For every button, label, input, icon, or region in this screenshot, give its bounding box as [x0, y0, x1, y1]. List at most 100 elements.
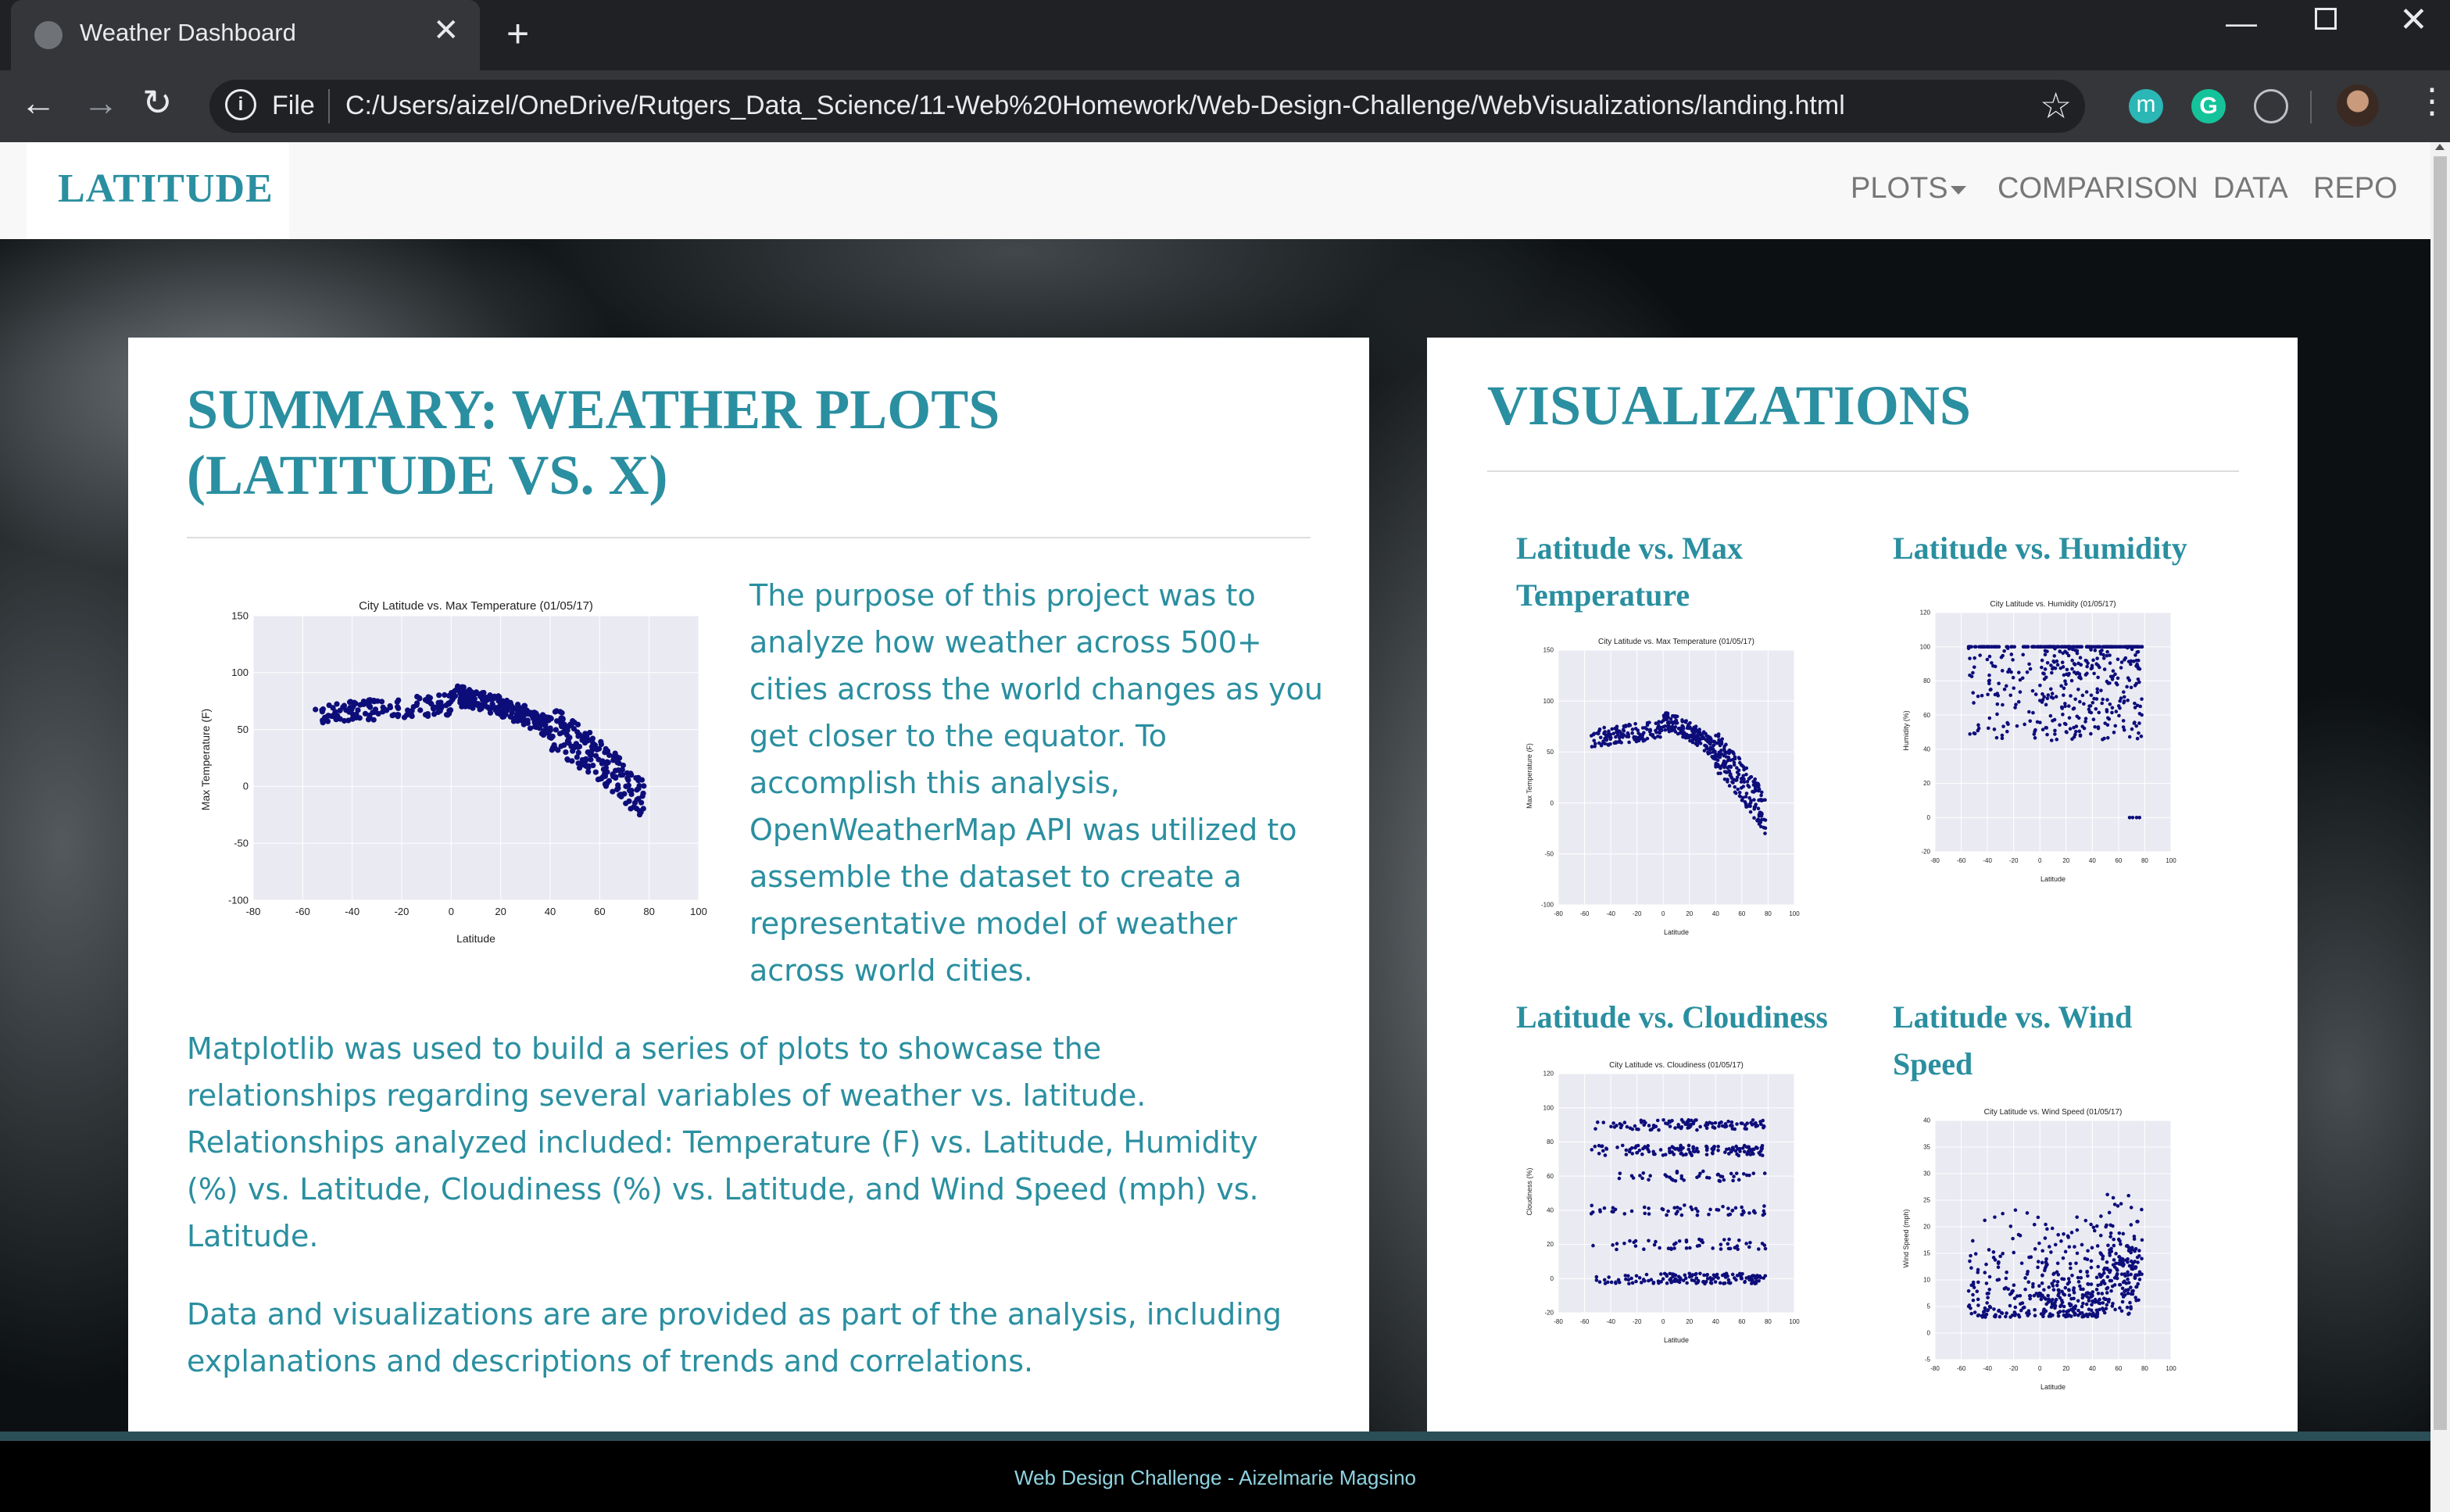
wind-speed-thumbnail[interactable]: -80 -60 -40 -20 0 20 40 60 80 100 -5 0 5 10 15 20 25 30 35… [1901, 1097, 2182, 1394]
x-tick-label: 0 [2038, 857, 2042, 864]
data-point [1614, 735, 1618, 739]
data-point [2123, 1292, 2127, 1297]
back-arrow-icon[interactable]: ← [20, 81, 56, 123]
close-tab-icon[interactable]: ✕ [433, 13, 460, 48]
temperature-thumbnail[interactable]: -80 -60 -40 -20 0 20 40 60 80 100 -100 -50 0 50 100 150… [1524, 627, 1805, 939]
data-point [2067, 1245, 2072, 1249]
brand-logo[interactable]: LATITUDE [27, 142, 289, 239]
data-point [1729, 1124, 1733, 1128]
data-point [1622, 1121, 1627, 1124]
data-point [2133, 684, 2137, 688]
data-point [1631, 1176, 1636, 1180]
summary-panel: SUMMARY: WEATHER PLOTS (LATITUDE VS. X) … [128, 338, 1369, 1512]
nav-comparison[interactable]: COMPARISON [1998, 172, 2198, 206]
data-point [2044, 1222, 2048, 1227]
data-point [1675, 1169, 1679, 1174]
data-point [1749, 1281, 1754, 1285]
data-point [2046, 1293, 2051, 1298]
data-point [560, 716, 566, 723]
brand-text[interactable]: LATITUDE [58, 166, 274, 212]
data-point [539, 712, 546, 718]
y-tick-label: 100 [1543, 698, 1554, 705]
extension-circle-icon[interactable] [2254, 89, 2288, 123]
nav-plots-dropdown[interactable]: PLOTS [1851, 172, 1948, 206]
browser-tab[interactable]: Weather Dashboard ✕ [11, 0, 480, 70]
maximize-icon[interactable] [2315, 8, 2337, 30]
data-point [1710, 1121, 1715, 1126]
thumb-title-cloudiness[interactable]: Latitude vs. Cloudiness [1516, 994, 1844, 1041]
data-point [1986, 726, 1990, 731]
data-point [1618, 1171, 1622, 1175]
data-point [1643, 1146, 1647, 1149]
data-point [2112, 731, 2116, 735]
y-tick-label: -50 [234, 838, 249, 849]
data-point [2101, 656, 2106, 660]
data-point [2127, 1264, 2132, 1268]
data-point [2073, 1306, 2077, 1311]
x-tick-label: -40 [1606, 1318, 1615, 1325]
data-point [1694, 1118, 1697, 1122]
data-point [2049, 738, 2054, 742]
thumb-title-humidity[interactable]: Latitude vs. Humidity [1893, 525, 2221, 572]
data-point [2048, 1312, 2052, 1316]
data-point [1609, 735, 1613, 740]
data-point [1976, 694, 1980, 699]
forward-arrow-icon[interactable]: → [83, 81, 119, 123]
data-point [1715, 1272, 1719, 1277]
data-point [2126, 1277, 2130, 1281]
data-point [1690, 1207, 1694, 1212]
reload-icon[interactable]: ↻ [142, 81, 173, 123]
data-point [2021, 652, 2025, 657]
data-point [1998, 1314, 2002, 1319]
data-point [1684, 1152, 1688, 1156]
data-point [2093, 649, 2098, 652]
new-tab-icon[interactable]: + [506, 11, 529, 56]
nav-data[interactable]: DATA [2213, 172, 2288, 206]
data-point [2119, 1202, 2123, 1206]
data-point [2080, 1304, 2084, 1309]
data-point [349, 706, 355, 713]
data-point [575, 749, 581, 756]
scrollbar-thumb[interactable] [2434, 156, 2447, 1430]
minimize-icon[interactable]: — [2226, 6, 2257, 41]
data-point [1661, 1117, 1665, 1122]
address-bar[interactable]: i File C:/Users/aizel/OneDrive/Rutgers_D… [209, 80, 2085, 133]
bookmark-star-icon[interactable]: ☆ [2040, 84, 2072, 127]
humidity-thumbnail[interactable]: -80 -60 -40 -20 0 20 40 60 80 100 -20 0 20 40 60 80 100 1… [1901, 589, 2182, 886]
scrollbar[interactable] [2430, 142, 2450, 1512]
data-point [2107, 1297, 2111, 1302]
grammarly-icon[interactable]: G [2191, 89, 2226, 123]
data-point [2019, 1308, 2023, 1313]
browser-menu-icon[interactable]: ⋮ [2415, 81, 2449, 121]
data-point [1633, 721, 1637, 726]
data-point [1681, 727, 1686, 731]
data-point [2051, 696, 2055, 700]
data-point [2040, 658, 2044, 663]
data-point [1679, 1213, 1684, 1217]
caret-down-icon[interactable] [1951, 186, 1966, 195]
info-icon[interactable]: i [225, 89, 256, 120]
data-point [2012, 1250, 2016, 1255]
data-point [2119, 1242, 2123, 1246]
y-tick-label: 80 [1923, 677, 1930, 685]
data-point [2100, 701, 2104, 706]
data-point [1976, 1297, 1980, 1302]
data-point [2095, 1244, 2100, 1248]
thumb-title-temperature[interactable]: Latitude vs. Max Temperature [1516, 525, 1829, 619]
profile-avatar[interactable] [2337, 84, 2379, 127]
extension-m-icon[interactable]: m [2129, 89, 2163, 123]
data-point [1598, 1210, 1602, 1214]
data-point [2106, 1243, 2110, 1248]
max-temperature-plot[interactable]: -80 -60 -40 -20 0 20 40 60 80 100 -100 -50 0 50 100 150… [199, 588, 714, 947]
nav-repo[interactable]: REPO [2313, 172, 2398, 206]
data-point [1647, 1239, 1651, 1243]
chart-title: City Latitude vs. Humidity (01/05/17) [1990, 600, 2116, 609]
url-text[interactable]: C:/Users/aizel/OneDrive/Rutgers_Data_Sci… [345, 91, 1845, 121]
y-tick-label: 5 [1927, 1303, 1931, 1310]
scroll-up-arrow-icon[interactable] [2435, 144, 2445, 150]
data-point [2092, 696, 2096, 701]
window-close-icon[interactable]: ✕ [2399, 0, 2428, 40]
cloudiness-thumbnail[interactable]: -80 -60 -40 -20 0 20 40 60 80 100 -20 0 20 40 60 80 100 1… [1524, 1050, 1805, 1347]
data-point [1637, 1275, 1642, 1280]
thumb-title-wind-speed[interactable]: Latitude vs. Wind Speed [1893, 994, 2205, 1088]
